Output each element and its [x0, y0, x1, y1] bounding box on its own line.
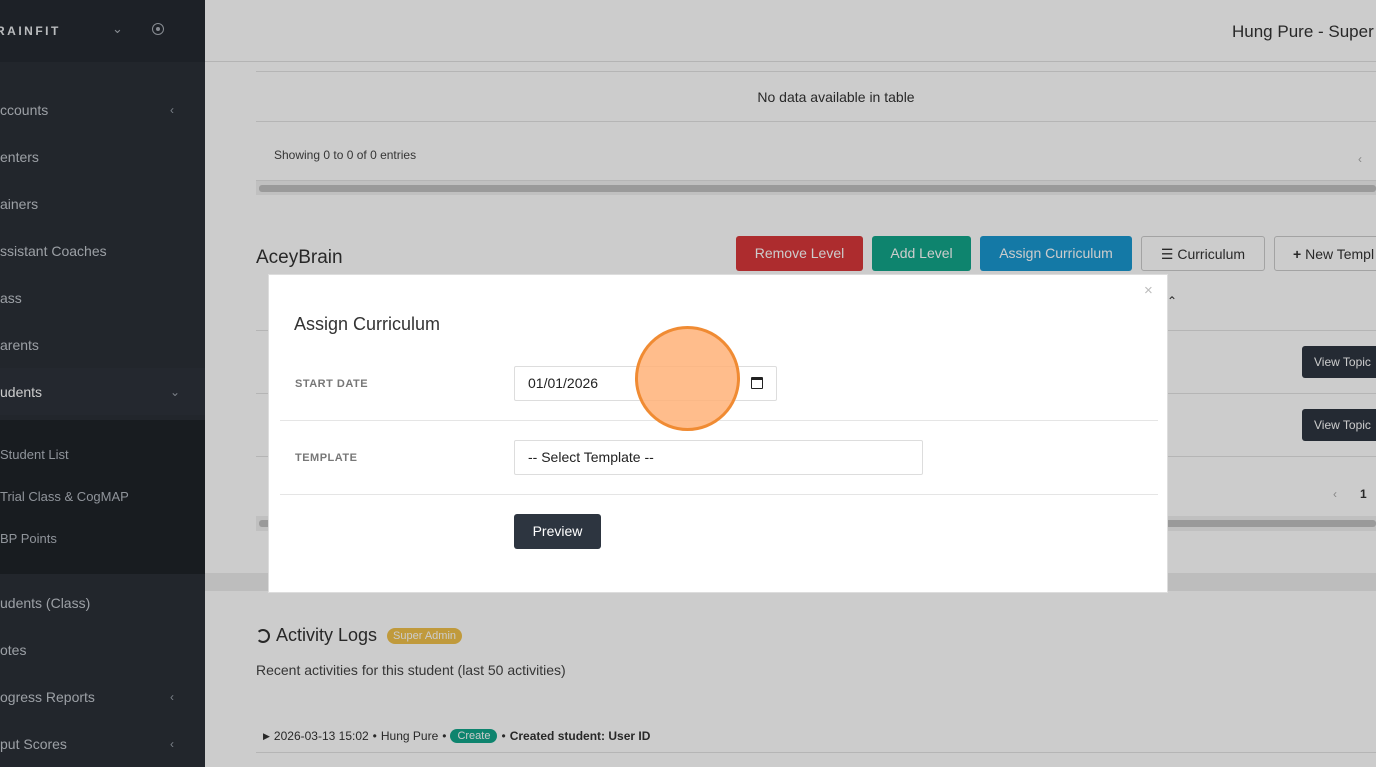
calendar-icon[interactable] [751, 377, 763, 389]
close-icon[interactable]: × [1144, 282, 1153, 299]
start-date-label: START DATE [295, 378, 369, 390]
template-label: TEMPLATE [295, 452, 358, 464]
start-date-value: 01/01/2026 [528, 375, 599, 391]
preview-button[interactable]: Preview [514, 514, 601, 549]
click-indicator [635, 326, 740, 431]
assign-curriculum-modal: × Assign Curriculum START DATE 01/01/202… [268, 274, 1168, 593]
modal-title: Assign Curriculum [294, 314, 441, 334]
divider [280, 494, 1158, 495]
template-select[interactable]: -- Select Template -- [514, 440, 923, 475]
template-select-value: -- Select Template -- [528, 449, 654, 465]
